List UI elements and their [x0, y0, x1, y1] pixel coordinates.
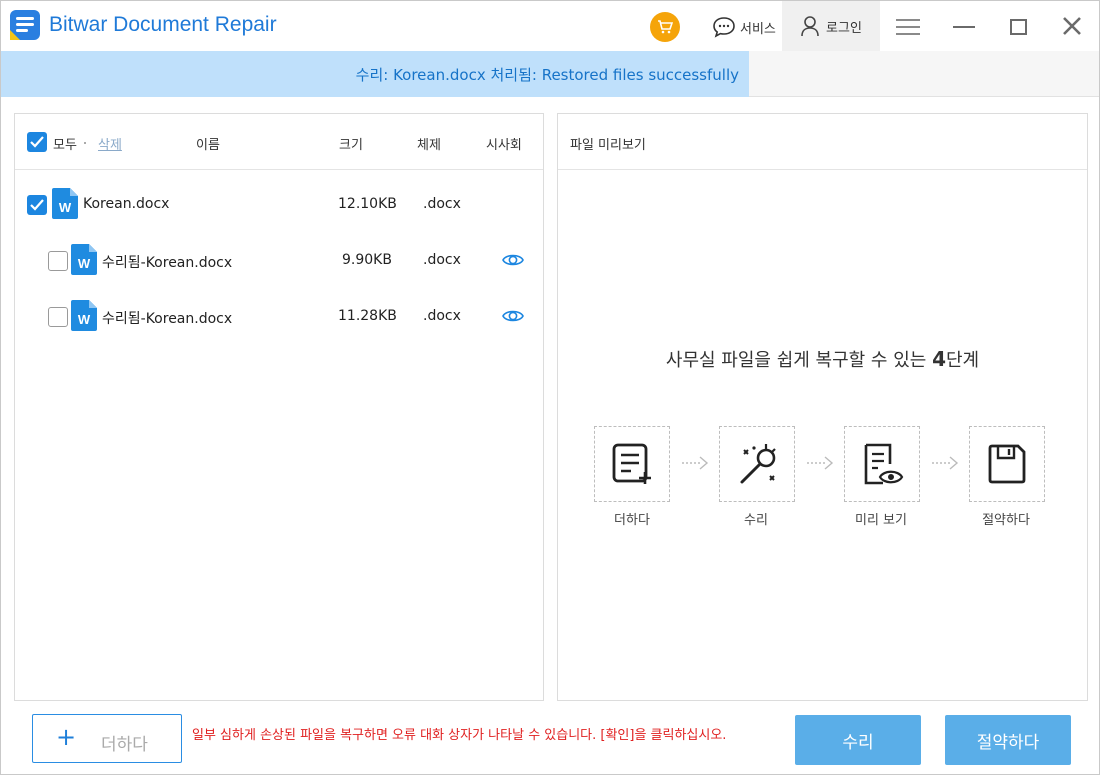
step-label: 절약하다: [982, 513, 1030, 528]
step-label: 미리 보기: [855, 513, 907, 528]
file-row[interactable]: W Korean.docx 12.10KB .docx: [15, 177, 543, 233]
maximize-button[interactable]: [1010, 19, 1027, 35]
warning-text: 일부 심하게 손상된 파일을 복구하면 오류 대화 상자가 나타날 수 있습니다…: [192, 728, 727, 743]
word-file-icon: W: [71, 244, 97, 275]
step-repair: [719, 426, 795, 502]
add-button-label: 더하다: [101, 735, 148, 755]
chat-bubble-icon: [713, 17, 735, 38]
row-checkbox[interactable]: [48, 251, 68, 271]
login-button[interactable]: 로그인: [782, 1, 880, 51]
preview-panel: 파일 미리보기 사무실 파일을 쉽게 복구할 수 있는 4단계 더하다 수리 미…: [557, 113, 1088, 701]
file-name: 수리됨-Korean.docx: [102, 311, 233, 327]
file-name: Korean.docx: [83, 196, 170, 212]
file-format: .docx: [423, 252, 461, 268]
steps-heading: 사무실 파일을 쉽게 복구할 수 있는 4단계: [558, 346, 1087, 372]
step-preview: [844, 426, 920, 502]
preview-header: 파일 미리보기: [558, 114, 1087, 170]
checkmark-icon: [30, 136, 44, 148]
repair-button[interactable]: 수리: [795, 715, 921, 765]
column-name: 이름: [196, 138, 220, 153]
steps-heading-suffix: 단계: [945, 350, 980, 371]
file-size: 12.10KB: [338, 196, 397, 212]
file-size: 9.90KB: [342, 252, 392, 268]
menu-button[interactable]: [896, 19, 920, 35]
save-floppy-icon: [988, 444, 1026, 484]
user-icon: [801, 16, 819, 37]
column-size: 크기: [339, 138, 363, 153]
step-add: [594, 426, 670, 502]
step-save: [969, 426, 1045, 502]
add-file-button[interactable]: + 더하다: [32, 714, 182, 763]
select-all-checkbox[interactable]: [27, 132, 47, 152]
add-document-icon: [612, 443, 651, 484]
file-list-header: 모두 삭제 이름 크기 체제 시사회: [15, 114, 543, 170]
preview-title: 파일 미리보기: [570, 138, 646, 153]
preview-document-icon: [864, 443, 904, 485]
file-list-panel: 모두 삭제 이름 크기 체제 시사회 W Korean.docx 12.10KB…: [14, 113, 544, 701]
step-label: 수리: [744, 513, 768, 528]
file-format: .docx: [423, 308, 461, 324]
row-checkbox[interactable]: [27, 195, 47, 215]
checkmark-icon: [30, 199, 44, 211]
column-preview: 시사회: [486, 138, 522, 153]
arrow-right-icon: [807, 456, 834, 470]
svg-text:W: W: [78, 256, 91, 271]
word-file-icon: W: [71, 300, 97, 331]
app-logo-icon: [10, 10, 40, 40]
file-name: 수리됨-Korean.docx: [102, 255, 233, 271]
cart-button[interactable]: [650, 12, 680, 42]
preview-eye-icon[interactable]: [502, 252, 524, 268]
service-label: 서비스: [740, 21, 776, 37]
plus-icon: +: [56, 723, 77, 751]
repair-tools-icon: [740, 444, 776, 484]
status-message: 수리: Korean.docx 처리됨: Restored files succ…: [1, 51, 749, 97]
cart-icon: [658, 20, 673, 34]
preview-eye-icon[interactable]: [502, 308, 524, 324]
steps-heading-number: 4: [932, 347, 946, 371]
file-row[interactable]: W 수리됨-Korean.docx 9.90KB .docx: [15, 233, 543, 289]
select-all-label: 모두: [53, 138, 77, 153]
row-checkbox[interactable]: [48, 307, 68, 327]
steps-heading-prefix: 사무실 파일을 쉽게 복구할 수 있는: [665, 350, 933, 371]
step-label: 더하다: [614, 513, 650, 528]
arrow-right-icon: [932, 456, 959, 470]
app-window: Bitwar Document Repair 서비스 로그인 수리: Korea…: [0, 0, 1100, 775]
header-separator: [84, 142, 86, 144]
service-button[interactable]: 서비스: [712, 13, 776, 41]
column-format: 체제: [417, 138, 441, 153]
save-button[interactable]: 절약하다: [945, 715, 1071, 765]
close-button[interactable]: [1061, 15, 1083, 37]
file-size: 11.28KB: [338, 308, 397, 324]
word-file-icon: W: [52, 188, 78, 219]
svg-text:W: W: [78, 312, 91, 327]
status-bar: 수리: Korean.docx 처리됨: Restored files succ…: [1, 51, 1099, 97]
file-format: .docx: [423, 196, 461, 212]
arrow-right-icon: [682, 456, 709, 470]
app-title: Bitwar Document Repair: [49, 13, 277, 36]
delete-link[interactable]: 삭제: [98, 134, 122, 153]
svg-text:W: W: [59, 200, 72, 215]
file-row[interactable]: W 수리됨-Korean.docx 11.28KB .docx: [15, 289, 543, 345]
title-bar: Bitwar Document Repair 서비스 로그인: [1, 1, 1099, 51]
login-label: 로그인: [826, 20, 862, 36]
minimize-button[interactable]: [953, 26, 975, 28]
